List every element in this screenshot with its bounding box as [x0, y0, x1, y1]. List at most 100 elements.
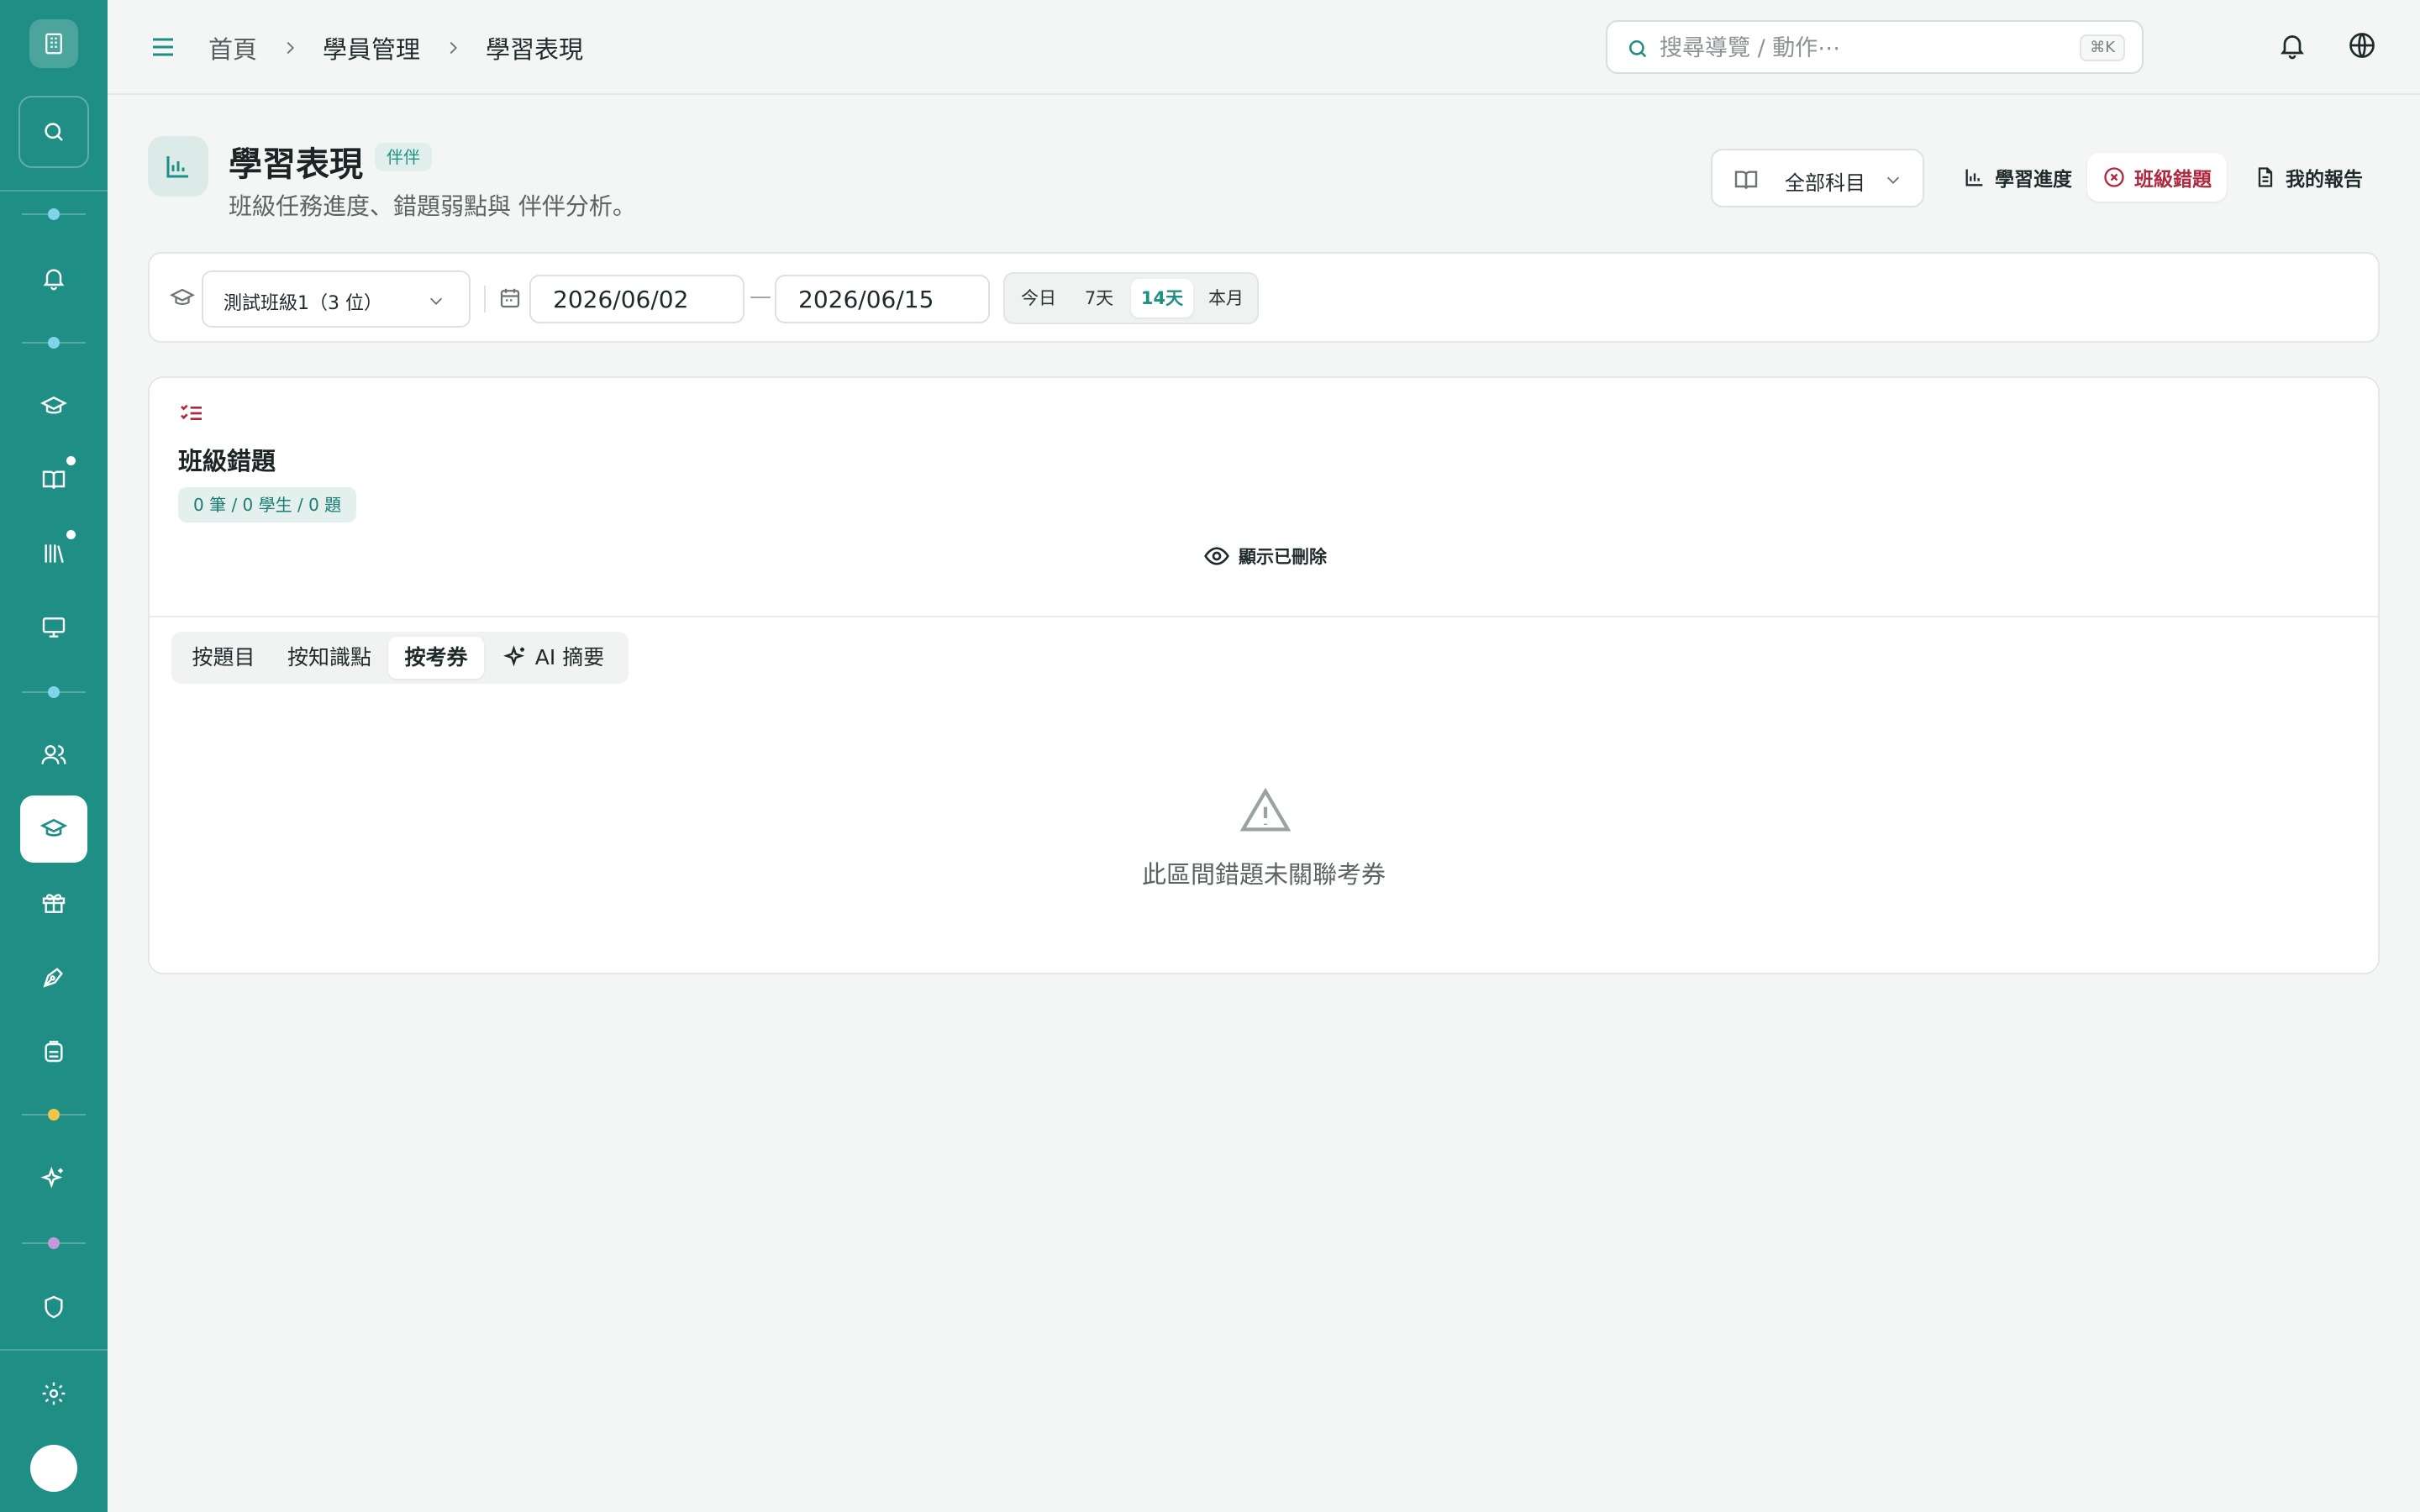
search-icon [41, 119, 66, 144]
range-7d-button[interactable]: 7天 [1071, 279, 1128, 318]
sidebar-item-books[interactable] [20, 446, 87, 513]
sidebar-divider [0, 190, 108, 192]
class-mistakes-card: 班級錯題 0 筆 / 0 學生 / 0 題 顯示已刪除 按題目 按知識點 按考券… [148, 376, 2380, 974]
sidebar-group-separator [22, 1237, 86, 1249]
users-icon [40, 742, 67, 769]
tab-label: AI 摘要 [534, 645, 605, 669]
gear-icon [40, 1380, 67, 1407]
date-range-presets: 今日 7天 14天 本月 [1003, 272, 1259, 324]
page-title: 學習表現 [229, 145, 363, 184]
class-select-value: 測試班級1（3 位） [224, 293, 382, 314]
sidebar-item-ai[interactable] [20, 1145, 87, 1212]
sidebar-search-button[interactable] [18, 96, 89, 168]
card-title: 班級錯題 [178, 447, 276, 475]
range-14d-button[interactable]: 14天 [1131, 279, 1193, 318]
bar-chart-icon [163, 151, 193, 181]
show-deleted-toggle[interactable]: 顯示已刪除 [1203, 543, 1327, 570]
chevron-right-icon [281, 39, 299, 57]
global-search[interactable]: ⌘K [1606, 20, 2144, 74]
show-deleted-label: 顯示已刪除 [1239, 547, 1327, 567]
view-label: 班級錯題 [2134, 169, 2212, 191]
menu-icon[interactable] [148, 32, 178, 62]
subject-select[interactable]: 全部科目 [1711, 149, 1924, 207]
bell-icon[interactable] [2277, 30, 2307, 60]
filter-bar: 測試班級1（3 位） — 今日 7天 14天 本月 [148, 252, 2380, 343]
sidebar-item-rewards[interactable] [20, 869, 87, 937]
tab-ai-summary[interactable]: AI 摘要 [487, 637, 620, 679]
sidebar-item-learning-performance[interactable] [20, 795, 87, 863]
sidebar-item-design[interactable] [20, 943, 87, 1011]
graduation-cap-icon [170, 286, 195, 311]
top-bar: 首頁 學員管理 學習表現 ⌘K [108, 0, 2420, 95]
sidebar-item-security[interactable] [20, 1273, 87, 1341]
shortcut-hint: ⌘K [2080, 34, 2125, 61]
view-my-report-button[interactable]: 我的報告 [2238, 153, 2378, 202]
sidebar-group-separator [22, 686, 86, 698]
view-label: 我的報告 [2286, 169, 2363, 191]
sidebar-item-library[interactable] [20, 520, 87, 587]
page-icon [148, 136, 208, 197]
breadcrumb-student-management[interactable]: 學員管理 [323, 30, 420, 66]
class-select[interactable]: 測試班級1（3 位） [202, 270, 471, 328]
bell-icon [40, 265, 67, 291]
sidebar [0, 0, 108, 1512]
breadcrumb-home[interactable]: 首頁 [208, 30, 257, 66]
document-icon [2254, 165, 2277, 189]
empty-state-message: 此區間錯題未關聯考券 [1141, 860, 1386, 889]
view-class-mistakes-button[interactable]: 班級錯題 [2087, 153, 2227, 202]
tab-by-question[interactable]: 按題目 [176, 637, 271, 679]
date-to-input[interactable] [775, 275, 990, 323]
sidebar-item-display[interactable] [20, 594, 87, 661]
eye-icon [1203, 543, 1230, 570]
avatar[interactable] [30, 1445, 77, 1492]
view-label: 學習進度 [1995, 169, 2072, 191]
sidebar-item-courses[interactable] [20, 373, 87, 440]
range-month-button[interactable]: 本月 [1197, 279, 1255, 318]
page-subtitle: 班級任務進度、錯題弱點與 伴伴分析。 [229, 192, 636, 220]
shield-icon [40, 1294, 67, 1320]
library-icon [40, 540, 67, 567]
x-circle-icon [2102, 165, 2126, 189]
date-from-input[interactable] [529, 275, 744, 323]
title-badge: 伴伴 [375, 143, 432, 171]
backpack-icon [40, 1037, 67, 1064]
pen-tool-icon [40, 963, 67, 990]
bar-chart-icon [1963, 165, 1986, 189]
tab-by-exam[interactable]: 按考券 [388, 637, 484, 679]
sidebar-group-separator [22, 1109, 86, 1121]
chevron-down-icon [427, 291, 445, 310]
sparkles-icon [40, 1165, 67, 1192]
book-icon [1733, 166, 1760, 193]
filter-separator [484, 286, 486, 312]
notification-dot [66, 456, 76, 465]
search-input[interactable] [1660, 30, 2063, 66]
tab-by-knowledge-point[interactable]: 按知識點 [274, 637, 385, 679]
sidebar-item-users[interactable] [20, 722, 87, 789]
breadcrumb-current: 學習表現 [486, 35, 584, 64]
date-separator: — [750, 284, 771, 309]
monitor-icon [40, 614, 67, 641]
card-divider [150, 616, 2378, 617]
building-icon [41, 31, 66, 56]
view-learning-progress-button[interactable]: 學習進度 [1948, 153, 2087, 202]
sparkles-icon [502, 644, 529, 669]
checklist-icon [178, 400, 205, 427]
notification-dot [66, 530, 76, 539]
app-logo[interactable] [29, 19, 78, 68]
sidebar-item-backpack[interactable] [20, 1017, 87, 1084]
search-icon [1626, 37, 1649, 60]
sidebar-item-settings[interactable] [20, 1360, 87, 1427]
graduation-cap-icon [40, 816, 67, 843]
range-today-button[interactable]: 今日 [1010, 279, 1067, 318]
gift-icon [40, 890, 67, 916]
mistake-view-tabs: 按題目 按知識點 按考券 AI 摘要 [171, 632, 629, 684]
warning-icon [1239, 785, 1292, 838]
subject-select-value: 全部科目 [1785, 171, 1865, 195]
globe-icon[interactable] [2347, 30, 2377, 60]
breadcrumb: 首頁 學員管理 學習表現 [208, 30, 583, 66]
sidebar-group-separator [22, 208, 86, 220]
sidebar-divider [0, 1349, 108, 1351]
graduation-cap-icon [40, 393, 67, 420]
sidebar-item-notifications[interactable] [20, 244, 87, 312]
sidebar-group-separator [22, 337, 86, 349]
